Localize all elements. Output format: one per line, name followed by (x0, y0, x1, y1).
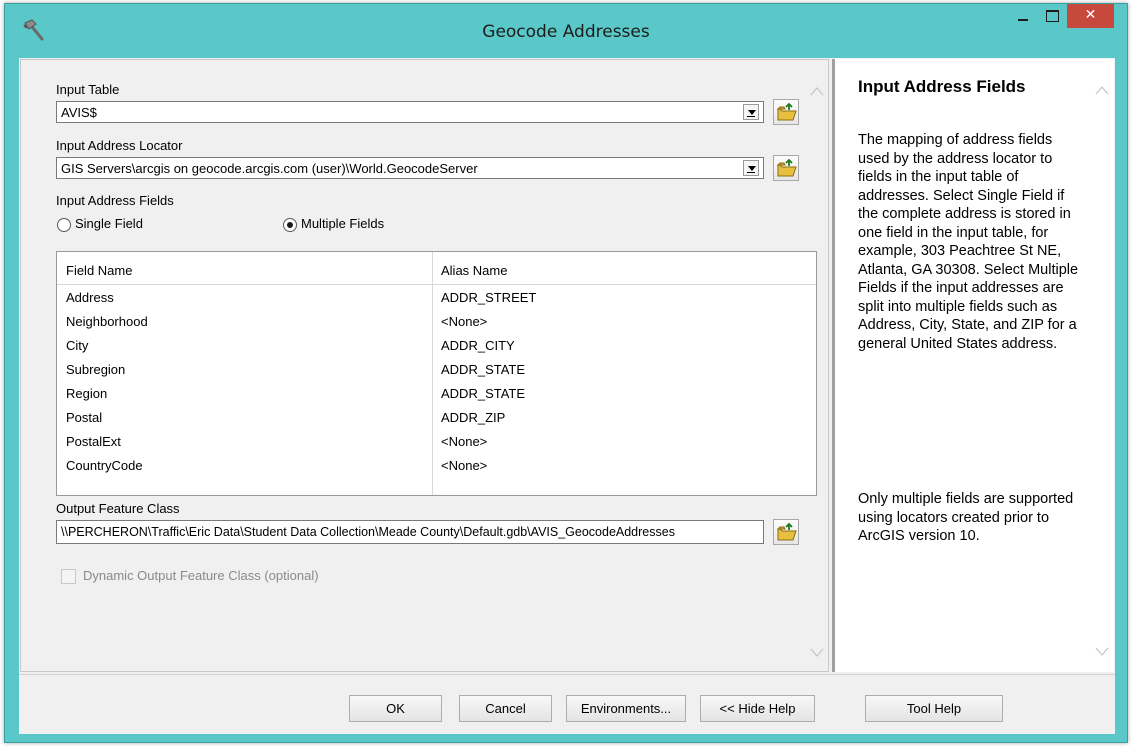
scroll-down-icon[interactable] (810, 648, 824, 658)
input-locator-label: Input Address Locator (56, 138, 183, 153)
tool-help-button[interactable]: Tool Help (865, 695, 1003, 722)
hide-help-button[interactable]: << Hide Help (700, 695, 815, 722)
table-row[interactable]: Neighborhood <None> (57, 310, 816, 334)
chevron-down-icon[interactable] (743, 104, 759, 120)
cancel-button[interactable]: Cancel (459, 695, 552, 722)
multiple-fields-radio[interactable] (283, 218, 297, 232)
alias-name-cell[interactable]: ADDR_STATE (441, 362, 525, 377)
alias-name-cell[interactable]: ADDR_CITY (441, 338, 515, 353)
dynamic-output-checkbox[interactable] (61, 569, 76, 584)
button-bar: OK Cancel Environments... << Hide Help T… (19, 674, 1115, 734)
input-locator-browse-button[interactable] (773, 155, 799, 181)
alias-name-cell[interactable]: ADDR_ZIP (441, 410, 505, 425)
parameters-pane: Input Table AVIS$ Input Address Locator … (20, 59, 829, 672)
field-name-cell: Neighborhood (66, 314, 148, 329)
close-icon: ✕ (1084, 7, 1097, 23)
single-field-radio[interactable] (57, 218, 71, 232)
dialog-window: Geocode Addresses ✕ Input Table AVIS$ In… (4, 3, 1128, 743)
alias-name-cell[interactable]: <None> (441, 458, 487, 473)
maximize-button[interactable] (1039, 4, 1065, 28)
input-locator-combo[interactable]: GIS Servers\arcgis on geocode.arcgis.com… (56, 157, 764, 179)
alias-name-cell[interactable]: <None> (441, 434, 487, 449)
field-name-cell: Subregion (66, 362, 126, 377)
field-name-cell: PostalExt (66, 434, 121, 449)
table-header: Field Name Alias Name (57, 252, 816, 285)
field-name-cell: Region (66, 386, 108, 401)
scroll-up-icon[interactable] (1095, 85, 1109, 95)
table-row[interactable]: Address ADDR_STREET (57, 286, 816, 310)
open-folder-icon (776, 522, 797, 541)
chevron-down-icon[interactable] (743, 160, 759, 176)
column-header-field: Field Name (66, 263, 133, 278)
table-row[interactable]: Subregion ADDR_STATE (57, 358, 816, 382)
column-header-alias: Alias Name (441, 263, 508, 278)
scroll-down-icon[interactable] (1095, 647, 1109, 657)
field-mapping-table: Field Name Alias Name Address ADDR_STREE… (56, 251, 817, 496)
alias-name-cell[interactable]: <None> (441, 314, 487, 329)
field-name-cell: Postal (66, 410, 103, 425)
alias-name-cell[interactable]: ADDR_STATE (441, 386, 525, 401)
output-feature-class-input[interactable]: \\PERCHERON\Traffic\Eric Data\Student Da… (56, 520, 764, 544)
title-bar[interactable]: Geocode Addresses ✕ (5, 4, 1127, 58)
output-feature-class-label: Output Feature Class (56, 501, 180, 516)
help-title: Input Address Fields (858, 77, 1026, 96)
input-table-browse-button[interactable] (773, 99, 799, 125)
output-browse-button[interactable] (773, 519, 799, 545)
help-pane: Input Address Fields The mapping of addr… (832, 59, 1114, 672)
window-title: Geocode Addresses (482, 22, 650, 42)
minimize-button[interactable] (1010, 4, 1036, 28)
field-name-cell: Address (66, 290, 114, 305)
dynamic-output-label: Dynamic Output Feature Class (optional) (83, 568, 319, 583)
field-name-cell: CountryCode (66, 458, 143, 473)
table-row[interactable]: Postal ADDR_ZIP (57, 406, 816, 430)
help-paragraph: The mapping of address fields used by th… (858, 132, 1079, 352)
table-row[interactable]: Region ADDR_STATE (57, 382, 816, 406)
table-row[interactable]: CountryCode <None> (57, 454, 816, 478)
dialog-client: Input Table AVIS$ Input Address Locator … (19, 58, 1115, 734)
single-field-label[interactable]: Single Field (75, 216, 143, 231)
multiple-fields-label[interactable]: Multiple Fields (301, 216, 384, 231)
address-fields-label: Input Address Fields (56, 193, 174, 208)
input-table-value: AVIS$ (61, 105, 97, 120)
environments-button[interactable]: Environments... (566, 695, 686, 722)
input-locator-value: GIS Servers\arcgis on geocode.arcgis.com… (61, 161, 478, 176)
input-table-label: Input Table (56, 82, 120, 97)
open-folder-icon (776, 158, 797, 177)
table-row[interactable]: PostalExt <None> (57, 430, 816, 454)
open-folder-icon (776, 102, 797, 121)
close-button[interactable]: ✕ (1067, 4, 1114, 28)
field-name-cell: City (66, 338, 89, 353)
input-table-combo[interactable]: AVIS$ (56, 101, 764, 123)
table-row[interactable]: City ADDR_CITY (57, 334, 816, 358)
help-paragraph: Only multiple fields are supported using… (858, 491, 1074, 544)
scroll-up-icon[interactable] (810, 86, 824, 96)
ok-button[interactable]: OK (349, 695, 442, 722)
alias-name-cell[interactable]: ADDR_STREET (441, 290, 536, 305)
